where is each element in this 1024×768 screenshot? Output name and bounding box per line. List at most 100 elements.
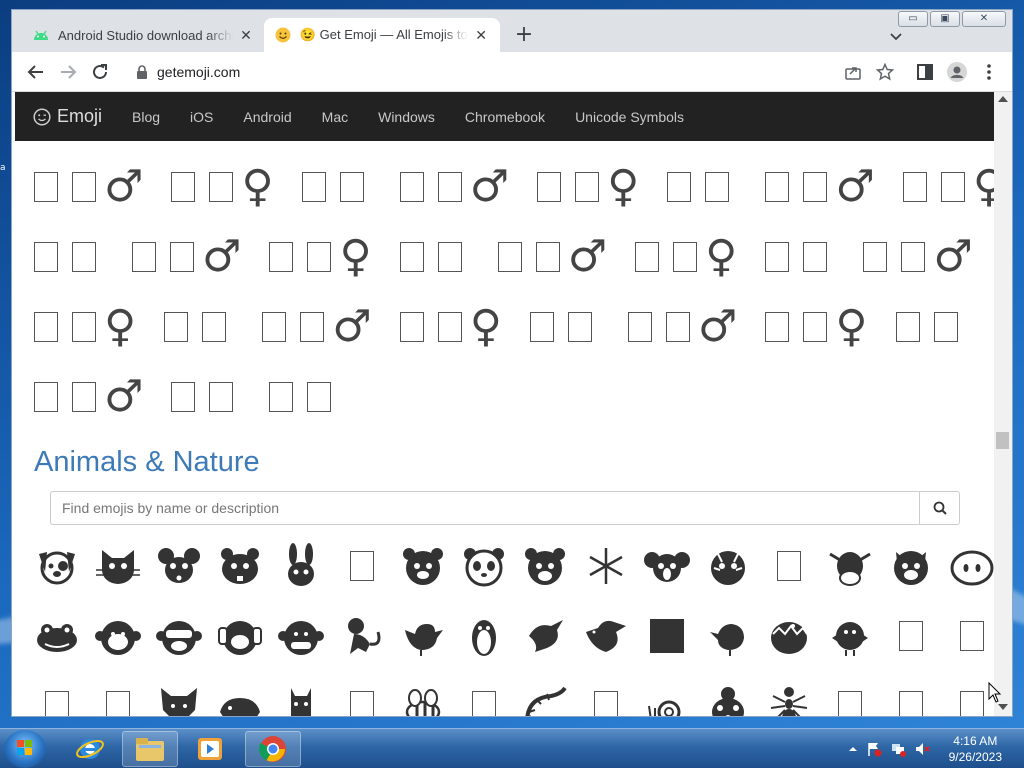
- bird-icon[interactable]: [398, 611, 448, 661]
- back-arrow-icon[interactable]: [24, 60, 48, 84]
- dove-icon[interactable]: [520, 611, 570, 661]
- missing-glyph-box[interactable]: [886, 611, 936, 661]
- dog-face-icon[interactable]: [32, 541, 82, 591]
- pig-face-icon[interactable]: [886, 541, 936, 591]
- emoji-item[interactable]: ♀: [765, 305, 873, 349]
- taskbar-chrome[interactable]: [245, 731, 301, 767]
- speak-no-evil-monkey-icon[interactable]: [276, 611, 326, 661]
- emoji-item[interactable]: [34, 242, 110, 272]
- kebab-menu-icon[interactable]: [977, 60, 1001, 84]
- maximize-button[interactable]: ▣: [930, 11, 960, 27]
- missing-glyph-box[interactable]: [337, 541, 387, 591]
- panda-face-icon[interactable]: [459, 541, 509, 591]
- cat-face-icon[interactable]: [93, 541, 143, 591]
- search-button[interactable]: [919, 492, 959, 524]
- emoji-item[interactable]: ♂: [34, 165, 149, 209]
- hamster-face-icon[interactable]: [215, 541, 265, 591]
- new-tab-button[interactable]: +: [512, 24, 536, 48]
- url-text[interactable]: getemoji.com: [157, 64, 240, 80]
- lock-icon[interactable]: [130, 60, 154, 84]
- cow-face-icon[interactable]: [825, 541, 875, 591]
- baby-chick-icon[interactable]: [825, 611, 875, 661]
- emoji-item[interactable]: ♀: [34, 305, 142, 349]
- lady-beetle-icon[interactable]: [703, 681, 753, 716]
- emoji-item[interactable]: ♂: [34, 375, 149, 419]
- emoji-item[interactable]: ♀: [171, 165, 279, 209]
- penguin-icon[interactable]: [459, 611, 509, 661]
- koala-icon[interactable]: [642, 541, 692, 591]
- emoji-item[interactable]: [765, 242, 841, 272]
- pig-nose-icon[interactable]: [947, 541, 994, 591]
- snowflake-icon[interactable]: [581, 541, 631, 591]
- snail-icon[interactable]: [642, 681, 692, 716]
- boar-icon[interactable]: [215, 681, 265, 716]
- missing-glyph-box[interactable]: [32, 681, 82, 716]
- system-clock[interactable]: 4:16 AM 9/26/2023: [949, 733, 1002, 765]
- bird-2-icon[interactable]: [703, 611, 753, 661]
- nav-link-chromebook[interactable]: Chromebook: [465, 109, 545, 125]
- missing-glyph-box[interactable]: [93, 681, 143, 716]
- taskbar-file-explorer[interactable]: [122, 731, 178, 767]
- close-tab-icon[interactable]: ✕: [237, 26, 255, 44]
- missing-glyph-box[interactable]: [947, 681, 994, 716]
- bear-face-icon[interactable]: [398, 541, 448, 591]
- emoji-item[interactable]: ♂: [765, 165, 880, 209]
- taskbar-media-player[interactable]: [182, 731, 238, 767]
- scrollbar-thumb[interactable]: [996, 432, 1009, 449]
- emoji-item[interactable]: [171, 382, 247, 412]
- ant-icon[interactable]: [764, 681, 814, 716]
- dove-2-icon[interactable]: [581, 611, 631, 661]
- reload-icon[interactable]: [88, 60, 112, 84]
- emoji-item[interactable]: [895, 312, 972, 342]
- emoji-item[interactable]: [164, 312, 240, 342]
- emoji-item[interactable]: ♀: [269, 235, 377, 279]
- nav-link-blog[interactable]: Blog: [132, 109, 160, 125]
- emoji-item[interactable]: ♀: [635, 235, 743, 279]
- monkey-face-icon[interactable]: [93, 611, 143, 661]
- emoji-item[interactable]: ♂: [497, 235, 613, 279]
- emoji-item[interactable]: ♂: [132, 235, 247, 279]
- frog-face-icon[interactable]: [32, 611, 82, 661]
- forward-arrow-icon[interactable]: [56, 60, 80, 84]
- share-icon[interactable]: [841, 60, 865, 84]
- emoji-item[interactable]: ♀: [399, 305, 508, 349]
- close-window-button[interactable]: ✕: [962, 11, 1006, 27]
- tiger-face-icon[interactable]: [703, 541, 753, 591]
- scroll-up-arrow-icon[interactable]: [998, 96, 1008, 102]
- profile-avatar-icon[interactable]: [945, 60, 969, 84]
- missing-glyph-box[interactable]: [764, 541, 814, 591]
- emoji-item[interactable]: ♀: [902, 165, 994, 209]
- minimize-button[interactable]: ▭: [898, 11, 928, 27]
- emoji-item[interactable]: [529, 312, 606, 342]
- start-button[interactable]: [4, 730, 46, 768]
- missing-glyph-box[interactable]: [947, 611, 994, 661]
- horse-face-icon[interactable]: [276, 681, 326, 716]
- nav-link-unicode-symbols[interactable]: Unicode Symbols: [575, 109, 684, 125]
- monkey-icon[interactable]: [337, 611, 387, 661]
- bookmark-star-icon[interactable]: [873, 60, 897, 84]
- side-panel-icon[interactable]: [913, 60, 937, 84]
- action-center-flag-icon[interactable]: [866, 741, 882, 757]
- nav-link-mac[interactable]: Mac: [322, 109, 348, 125]
- see-no-evil-monkey-icon[interactable]: [154, 611, 204, 661]
- missing-glyph-box[interactable]: [459, 681, 509, 716]
- network-icon[interactable]: [890, 741, 906, 757]
- emoji-item[interactable]: ♂: [863, 235, 978, 279]
- tab-get-emoji[interactable]: 😉 Get Emoji — All Emojis to ✂️ Copy and …: [264, 18, 500, 52]
- wolf-face-icon[interactable]: [154, 681, 204, 716]
- emoji-item[interactable]: [399, 242, 476, 272]
- hear-no-evil-monkey-icon[interactable]: [215, 611, 265, 661]
- desktop-icon-label[interactable]: a: [0, 163, 10, 179]
- nav-link-ios[interactable]: iOS: [190, 109, 213, 125]
- taskbar-internet-explorer[interactable]: [62, 731, 118, 767]
- missing-glyph-box[interactable]: [581, 681, 631, 716]
- emoji-item[interactable]: [667, 172, 743, 202]
- show-hidden-icons-icon[interactable]: [845, 741, 861, 757]
- nav-link-windows[interactable]: Windows: [378, 109, 435, 125]
- emoji-item[interactable]: ♂: [262, 305, 377, 349]
- emoji-item[interactable]: [269, 382, 345, 412]
- nav-link-android[interactable]: Android: [243, 109, 291, 125]
- missing-glyph-box[interactable]: [825, 681, 875, 716]
- rabbit-face-icon[interactable]: [276, 541, 326, 591]
- honeybee-icon[interactable]: [398, 681, 448, 716]
